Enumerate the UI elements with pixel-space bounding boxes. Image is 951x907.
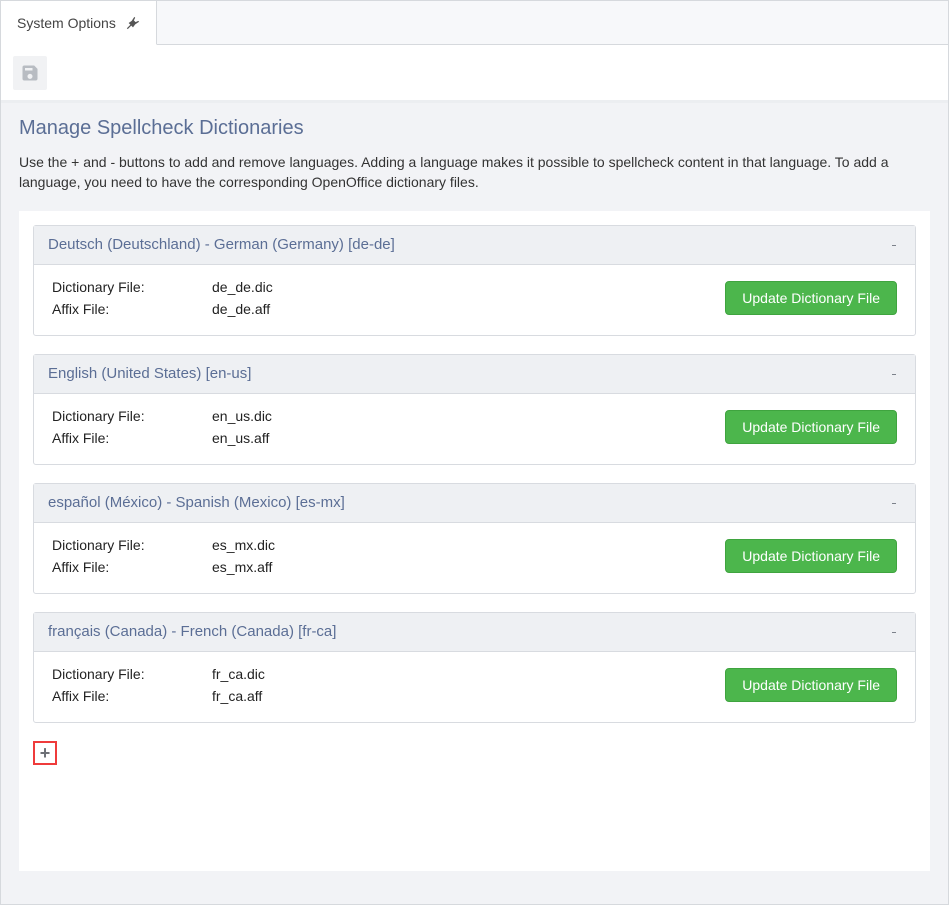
panel-header[interactable]: français (Canada) - French (Canada) [fr-… [34,613,915,652]
update-dictionary-button[interactable]: Update Dictionary File [725,539,897,573]
panel-body: Dictionary File: fr_ca.dic Affix File: f… [34,652,915,722]
affix-file-label: Affix File: [52,559,212,575]
affix-file-label: Affix File: [52,430,212,446]
update-dictionary-button[interactable]: Update Dictionary File [725,410,897,444]
panel-header[interactable]: Deutsch (Deutschland) - German (Germany)… [34,226,915,265]
collapse-icon[interactable] [887,623,901,641]
panel-title: français (Canada) - French (Canada) [fr-… [48,623,336,640]
collapse-icon[interactable] [887,236,901,254]
app-window: System Options Manage Spellcheck Diction… [0,0,949,905]
affix-file-value: de_de.aff [212,301,725,317]
content-area: Manage Spellcheck Dictionaries Use the +… [1,103,948,904]
language-panel-es: español (México) - Spanish (Mexico) [es-… [33,483,916,594]
affix-file-label: Affix File: [52,301,212,317]
panel-title: Deutsch (Deutschland) - German (Germany)… [48,236,395,253]
page-description: Use the + and - buttons to add and remov… [19,152,930,193]
panel-header[interactable]: español (México) - Spanish (Mexico) [es-… [34,484,915,523]
dict-file-label: Dictionary File: [52,279,212,295]
save-icon [20,63,40,83]
file-info: Dictionary File: en_us.dic Affix File: e… [52,408,725,446]
dict-file-label: Dictionary File: [52,666,212,682]
dict-file-label: Dictionary File: [52,408,212,424]
languages-container: Deutsch (Deutschland) - German (Germany)… [19,211,930,871]
file-info: Dictionary File: fr_ca.dic Affix File: f… [52,666,725,704]
tab-system-options[interactable]: System Options [1,1,157,45]
collapse-icon[interactable] [887,365,901,383]
panel-body: Dictionary File: es_mx.dic Affix File: e… [34,523,915,593]
affix-file-label: Affix File: [52,688,212,704]
file-info: Dictionary File: de_de.dic Affix File: d… [52,279,725,317]
panel-title: English (United States) [en-us] [48,365,251,382]
panel-header[interactable]: English (United States) [en-us] [34,355,915,394]
panel-body: Dictionary File: en_us.dic Affix File: e… [34,394,915,464]
dict-file-value: de_de.dic [212,279,725,295]
language-panel-fr: français (Canada) - French (Canada) [fr-… [33,612,916,723]
dict-file-label: Dictionary File: [52,537,212,553]
update-dictionary-button[interactable]: Update Dictionary File [725,281,897,315]
collapse-icon[interactable] [887,494,901,512]
plus-icon: + [40,744,51,762]
affix-file-value: en_us.aff [212,430,725,446]
tab-bar: System Options [1,1,948,45]
save-button[interactable] [13,56,47,90]
file-info: Dictionary File: es_mx.dic Affix File: e… [52,537,725,575]
dict-file-value: es_mx.dic [212,537,725,553]
language-panel-en: English (United States) [en-us] Dictiona… [33,354,916,465]
dict-file-value: fr_ca.dic [212,666,725,682]
dict-file-value: en_us.dic [212,408,725,424]
tab-label: System Options [17,15,116,31]
pin-icon[interactable] [126,16,140,30]
panel-body: Dictionary File: de_de.dic Affix File: d… [34,265,915,335]
language-panel-de: Deutsch (Deutschland) - German (Germany)… [33,225,916,336]
affix-file-value: es_mx.aff [212,559,725,575]
page-title: Manage Spellcheck Dictionaries [19,117,930,140]
update-dictionary-button[interactable]: Update Dictionary File [725,668,897,702]
affix-file-value: fr_ca.aff [212,688,725,704]
add-language-button[interactable]: + [33,741,57,765]
panel-title: español (México) - Spanish (Mexico) [es-… [48,494,345,511]
toolbar [1,45,948,103]
